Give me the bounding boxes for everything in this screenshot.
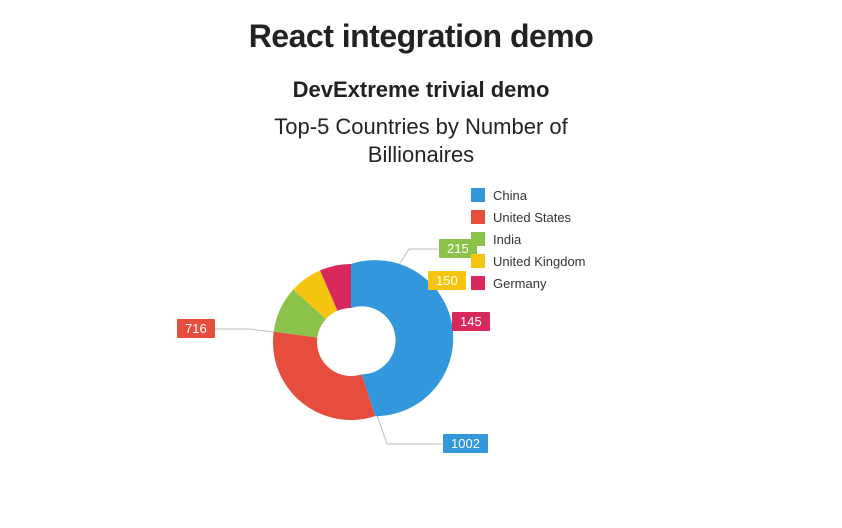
value-label-germany: 145 (452, 312, 490, 331)
legend-item-india[interactable]: India (471, 228, 586, 250)
legend-item-germany[interactable]: Germany (471, 272, 586, 294)
legend-label: China (493, 188, 527, 203)
donut-slices (273, 260, 453, 420)
chart-legend: China United States India United Kingdom… (471, 184, 586, 294)
section-title: DevExtreme trivial demo (0, 77, 842, 103)
page-root: React integration demo DevExtreme trivia… (0, 18, 842, 528)
legend-item-china[interactable]: China (471, 184, 586, 206)
value-label-united-kingdom: 150 (428, 271, 466, 290)
value-label-united-states: 716 (177, 319, 215, 338)
slice-united-states[interactable] (273, 332, 375, 420)
donut-svg (141, 172, 701, 502)
legend-swatch-icon (471, 254, 485, 268)
legend-label: United Kingdom (493, 254, 586, 269)
legend-item-united-states[interactable]: United States (471, 206, 586, 228)
donut-chart: 1002 716 215 150 145 China United States… (141, 172, 701, 502)
legend-label: Germany (493, 276, 546, 291)
legend-swatch-icon (471, 188, 485, 202)
legend-item-united-kingdom[interactable]: United Kingdom (471, 250, 586, 272)
legend-swatch-icon (471, 210, 485, 224)
page-title: React integration demo (0, 18, 842, 55)
legend-swatch-icon (471, 276, 485, 290)
legend-label: India (493, 232, 521, 247)
value-label-china: 1002 (443, 434, 488, 453)
legend-swatch-icon (471, 232, 485, 246)
legend-label: United States (493, 210, 571, 225)
chart-title: Top-5 Countries by Number of Billionaire… (231, 113, 611, 168)
